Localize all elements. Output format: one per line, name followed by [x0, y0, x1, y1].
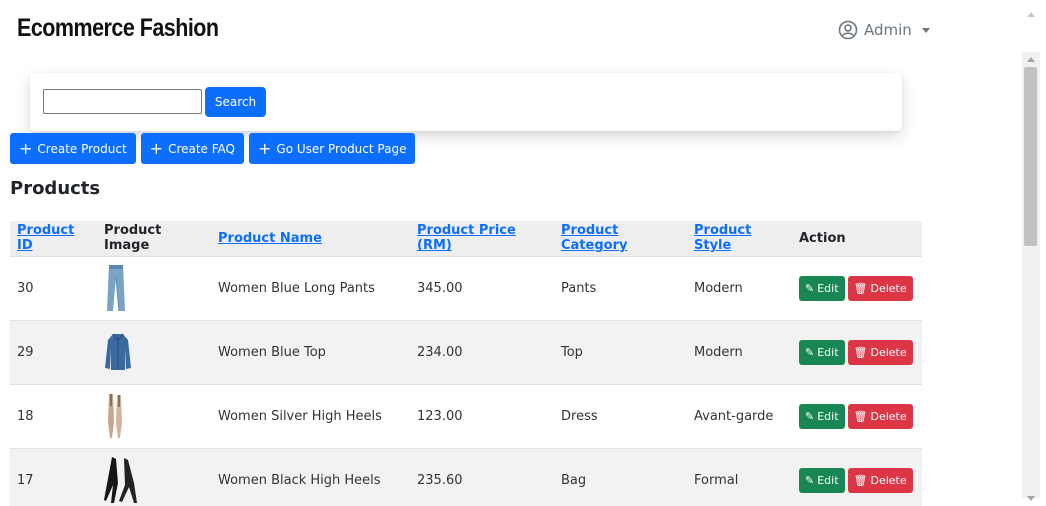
silver-heels-image [108, 394, 122, 438]
product-id: 29 [17, 344, 34, 360]
edit-button[interactable]: ✎ Edit [799, 339, 845, 365]
edit-icon: ✎ [805, 409, 815, 423]
action-bar: + Create Product + Create FAQ + Go User … [10, 133, 416, 164]
edit-label: Edit [817, 281, 839, 295]
edit-button[interactable]: ✎ Edit [799, 467, 845, 493]
plus-icon: + [149, 138, 164, 158]
section-title: Products [10, 178, 101, 199]
table-row: 29 Women Blue Top 234.00 Top Modern ✎ Edi… [10, 320, 922, 384]
delete-label: Delete [870, 473, 907, 487]
trash-icon: 🗑 [853, 281, 868, 295]
sort-product-name[interactable]: Product Name [218, 231, 322, 246]
product-category: Top [561, 344, 583, 360]
blue-jeans-image [107, 265, 125, 312]
window-scroll-up-icon[interactable] [1027, 12, 1035, 17]
plus-icon: + [258, 138, 272, 158]
plus-icon: + [19, 138, 33, 158]
trash-icon: 🗑 [853, 473, 868, 487]
product-id: 18 [17, 408, 34, 424]
delete-button[interactable]: 🗑 Delete [847, 403, 913, 429]
product-style: Formal [694, 472, 739, 488]
product-style: Modern [694, 344, 743, 360]
product-id: 30 [17, 280, 34, 296]
delete-button[interactable]: 🗑 Delete [847, 275, 913, 301]
sort-product-price[interactable]: Product Price (RM) [417, 223, 516, 253]
table-row: 18 Women Silver High Heels 123.00 Dress … [10, 384, 922, 448]
denim-jacket-image [105, 333, 131, 370]
product-category: Dress [561, 408, 598, 424]
product-style: Avant-garde [694, 408, 774, 424]
caret-down-icon [921, 27, 930, 33]
product-style: Modern [694, 280, 743, 296]
search-card: Search [30, 73, 902, 131]
create-faq-label: Create FAQ [168, 141, 235, 156]
header-product-image: Product Image [104, 223, 162, 254]
delete-button[interactable]: 🗑 Delete [847, 467, 913, 493]
product-name: Women Blue Long Pants [218, 280, 375, 296]
product-id: 17 [17, 472, 34, 488]
edit-icon: ✎ [805, 473, 815, 487]
go-user-product-page-button[interactable]: + Go User Product Page [249, 133, 416, 164]
black-heels-image [104, 457, 137, 504]
delete-label: Delete [870, 281, 907, 295]
edit-button[interactable]: ✎ Edit [799, 275, 845, 301]
delete-label: Delete [870, 409, 907, 423]
product-category: Bag [561, 472, 587, 488]
table-header-row: Product ID Product Image Product Name Pr… [10, 221, 922, 256]
sort-product-id[interactable]: Product ID [17, 223, 74, 253]
search-button[interactable]: Search [205, 87, 266, 117]
brand-title: Ecommerce Fashion [17, 14, 219, 42]
user-circle-icon [838, 20, 858, 40]
delete-label: Delete [870, 345, 907, 359]
product-price: 123.00 [417, 408, 463, 424]
go-user-product-page-label: Go User Product Page [276, 141, 407, 156]
edit-icon: ✎ [805, 281, 815, 295]
product-name: Women Silver High Heels [218, 408, 382, 424]
table-row: 17 Women Black High Heels 235.60 Bag For… [10, 448, 922, 506]
scrollbar-thumb[interactable] [1024, 67, 1037, 246]
user-menu[interactable]: Admin [838, 20, 930, 40]
edit-label: Edit [817, 409, 839, 423]
create-product-label: Create Product [37, 141, 127, 156]
product-price: 234.00 [417, 344, 463, 360]
create-faq-button[interactable]: + Create FAQ [140, 133, 244, 164]
trash-icon: 🗑 [853, 409, 868, 423]
product-price: 345.00 [417, 280, 463, 296]
product-price: 235.60 [417, 472, 463, 488]
header-action: Action [799, 230, 846, 246]
product-name: Women Blue Top [218, 344, 326, 360]
search-input[interactable] [43, 89, 202, 114]
edit-icon: ✎ [805, 345, 815, 359]
user-name: Admin [864, 21, 912, 39]
create-product-button[interactable]: + Create Product [10, 133, 136, 164]
scroll-up-icon[interactable] [1027, 57, 1035, 62]
product-name: Women Black High Heels [218, 472, 381, 488]
delete-button[interactable]: 🗑 Delete [847, 339, 913, 365]
edit-button[interactable]: ✎ Edit [799, 403, 845, 429]
sort-product-style[interactable]: Product Style [694, 223, 751, 253]
edit-label: Edit [817, 473, 839, 487]
scroll-down-icon[interactable] [1027, 496, 1035, 501]
sort-product-category[interactable]: Product Category [561, 223, 627, 253]
product-category: Pants [561, 280, 597, 296]
products-table: Product ID Product Image Product Name Pr… [10, 221, 922, 506]
trash-icon: 🗑 [853, 345, 868, 359]
table-row: 30 Women Blue Long Pants 345.00 Pants Mo… [10, 256, 922, 320]
edit-label: Edit [817, 345, 839, 359]
